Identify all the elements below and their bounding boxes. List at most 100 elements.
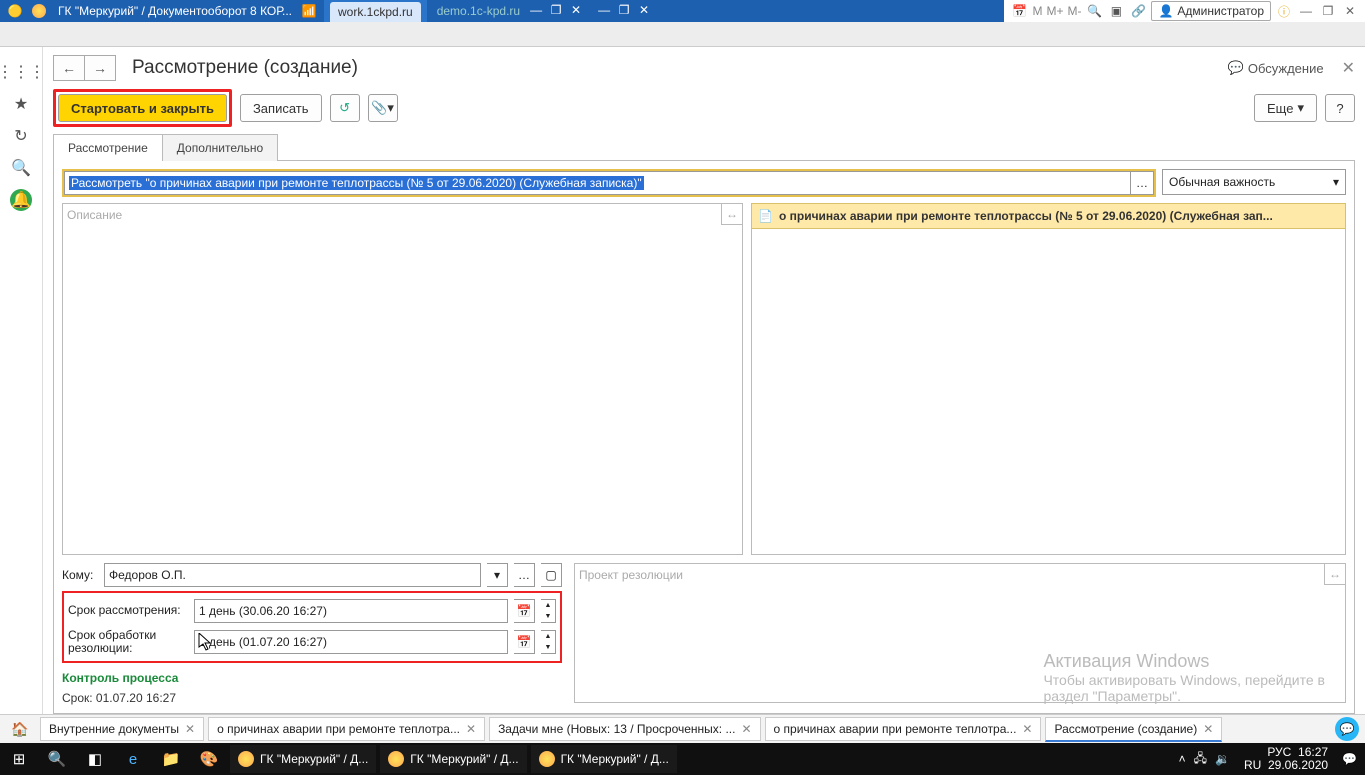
- tab-additional[interactable]: Дополнительно: [162, 134, 278, 161]
- max-icon[interactable]: ❐: [548, 3, 564, 19]
- close-icon[interactable]: ✕: [466, 722, 476, 736]
- min2-icon[interactable]: —: [596, 3, 612, 19]
- max2-icon[interactable]: ❐: [616, 3, 632, 19]
- description-textarea[interactable]: Описание ↔: [62, 203, 743, 555]
- explorer-icon[interactable]: 📁: [152, 743, 190, 775]
- user-label: Администратор: [1177, 4, 1264, 18]
- forward-button[interactable]: →: [84, 55, 116, 81]
- chat-icon: 💬: [1228, 60, 1244, 76]
- main-column: ← → Рассмотрение (создание) 💬Обсуждение …: [43, 47, 1365, 714]
- doc-tab-5[interactable]: Рассмотрение (создание)✕: [1045, 717, 1222, 742]
- priority-select[interactable]: Обычная важность▾: [1162, 169, 1346, 195]
- spinner-2[interactable]: ▲▼: [541, 630, 556, 654]
- winmax-icon[interactable]: ❐: [1319, 4, 1337, 18]
- notifications-icon[interactable]: 💬: [1342, 752, 1357, 766]
- doc-tab-4[interactable]: о причинах аварии при ремонте теплотра..…: [765, 717, 1042, 741]
- spinner-1[interactable]: ▲▼: [541, 599, 556, 623]
- write-button[interactable]: Записать: [240, 94, 322, 122]
- back-button[interactable]: ←: [53, 55, 84, 81]
- refresh-button[interactable]: ↺: [330, 94, 360, 122]
- taskbar-app-3[interactable]: ГК "Меркурий" / Д...: [531, 745, 677, 773]
- window-title: ГК "Меркурий" / Документооборот 8 КОР...: [54, 4, 296, 18]
- calendar-button-2[interactable]: 📅: [514, 630, 535, 654]
- deadline-resolution-input[interactable]: 1 день (01.07.20 16:27): [194, 630, 508, 654]
- calendar-icon[interactable]: 📅: [1010, 4, 1028, 18]
- komu-ellipsis[interactable]: …: [514, 563, 535, 587]
- app-icon[interactable]: 🎨: [190, 743, 228, 775]
- signal-icon: 📶: [300, 4, 318, 18]
- taskbar-app-1[interactable]: ГК "Меркурий" / Д...: [230, 745, 376, 773]
- tab-review[interactable]: Рассмотрение: [53, 134, 163, 161]
- search-taskbar-icon[interactable]: 🔍: [38, 743, 76, 775]
- chevron-down-icon: ▾: [1333, 175, 1339, 189]
- browser-tab-active[interactable]: work.1ckpd.ru: [330, 2, 421, 22]
- winclose-icon[interactable]: ✕: [1341, 4, 1359, 18]
- history-icon[interactable]: ↻: [10, 125, 32, 147]
- more-button[interactable]: Еще▾: [1254, 94, 1317, 122]
- mplus-btn[interactable]: M+: [1046, 4, 1063, 18]
- newwin-icon[interactable]: ▣: [1107, 4, 1125, 18]
- discuss-link[interactable]: 💬Обсуждение: [1228, 60, 1324, 76]
- info-icon[interactable]: ⓘ: [1275, 3, 1293, 20]
- bell-icon[interactable]: 🔔: [10, 189, 32, 211]
- help-button[interactable]: ?: [1325, 94, 1355, 122]
- tray-up-icon[interactable]: ˄: [1179, 752, 1186, 766]
- support-chat-button[interactable]: 💬: [1335, 717, 1359, 741]
- subject-input[interactable]: Рассмотреть "о причинах аварии при ремон…: [64, 171, 1131, 195]
- close-icon[interactable]: ✕: [568, 3, 584, 19]
- network-icon[interactable]: 🖧: [1194, 749, 1207, 770]
- action-toolbar: Стартовать и закрыть Записать ↺ 📎▾ Еще▾ …: [53, 89, 1355, 127]
- start-button[interactable]: ⊞: [0, 743, 38, 775]
- tab-url: work.1ckpd.ru: [338, 5, 413, 19]
- close-page-icon[interactable]: ✕: [1342, 58, 1355, 78]
- winmin-icon[interactable]: —: [1297, 4, 1315, 18]
- lang-1: РУС: [1267, 745, 1291, 759]
- deadline-review-input[interactable]: 1 день (30.06.20 16:27): [194, 599, 508, 623]
- komu-open[interactable]: ▢: [541, 563, 562, 587]
- sound-icon[interactable]: 🔉: [1215, 752, 1230, 766]
- komu-input[interactable]: Федоров О.П.: [104, 563, 481, 587]
- bottom-fields: Кому: Федоров О.П. ▾ … ▢ Срок рассмотрен…: [62, 563, 1346, 705]
- doc-tab-1[interactable]: Внутренние документы✕: [40, 717, 204, 741]
- min-icon[interactable]: —: [528, 3, 544, 19]
- taskbar-app-2[interactable]: ГК "Меркурий" / Д...: [380, 745, 526, 773]
- control-process-link[interactable]: Контроль процесса: [62, 671, 562, 685]
- highlight-box-2: Срок рассмотрения: 1 день (30.06.20 16:2…: [62, 591, 562, 663]
- start-close-button[interactable]: Стартовать и закрыть: [58, 94, 227, 122]
- close-icon[interactable]: ✕: [741, 722, 751, 736]
- apps-icon[interactable]: ⋮⋮⋮: [10, 61, 32, 83]
- subject-row: Рассмотреть "о причинах аварии при ремон…: [62, 169, 1346, 197]
- close-icon[interactable]: ✕: [185, 722, 195, 736]
- m-btn[interactable]: M: [1032, 4, 1042, 18]
- komu-dropdown[interactable]: ▾: [487, 563, 508, 587]
- close-icon[interactable]: ✕: [1203, 722, 1213, 736]
- calendar-button-1[interactable]: 📅: [514, 599, 535, 623]
- clock[interactable]: РУС 16:27 RU 29.06.2020: [1238, 746, 1334, 772]
- star-icon[interactable]: ★: [10, 93, 32, 115]
- subject-ellipsis-button[interactable]: …: [1131, 171, 1154, 195]
- attach-button[interactable]: 📎▾: [368, 94, 398, 122]
- resolution-textarea[interactable]: Проект резолюции ↔: [574, 563, 1346, 703]
- chevron-down-icon: ▾: [1297, 100, 1304, 116]
- home-button[interactable]: 🏠: [0, 721, 40, 738]
- user-button[interactable]: 👤Администратор: [1151, 1, 1271, 21]
- doc-tab-3[interactable]: Задачи мне (Новых: 13 / Просроченных: ..…: [489, 717, 760, 741]
- edge-icon[interactable]: e: [114, 743, 152, 775]
- doc-tab-2[interactable]: о причинах аварии при ремонте теплотра..…: [208, 717, 485, 741]
- middle-split: Описание ↔ 📄 о причинах аварии при ремон…: [62, 203, 1346, 555]
- form-body: Рассмотреть "о причинах аварии при ремон…: [53, 161, 1355, 714]
- taskbar-app-1-label: ГК "Меркурий" / Д...: [260, 752, 368, 766]
- close2-icon[interactable]: ✕: [636, 3, 652, 19]
- zoom-icon[interactable]: 🔍: [1085, 4, 1103, 18]
- attached-doc-link[interactable]: 📄 о причинах аварии при ремонте теплотра…: [751, 203, 1346, 229]
- search-icon[interactable]: 🔍: [10, 157, 32, 179]
- taskview-icon[interactable]: ◧: [76, 743, 114, 775]
- grey-toolbar: [0, 22, 1365, 47]
- expand-desc-button[interactable]: ↔: [721, 204, 742, 225]
- right-bottom: Проект резолюции ↔: [574, 563, 1346, 705]
- expand-resolution-button[interactable]: ↔: [1324, 564, 1345, 585]
- link-icon[interactable]: 🔗: [1129, 4, 1147, 18]
- mminus-btn[interactable]: M-: [1067, 4, 1081, 18]
- dropdown-icon[interactable]: [32, 4, 46, 18]
- close-icon[interactable]: ✕: [1022, 722, 1032, 736]
